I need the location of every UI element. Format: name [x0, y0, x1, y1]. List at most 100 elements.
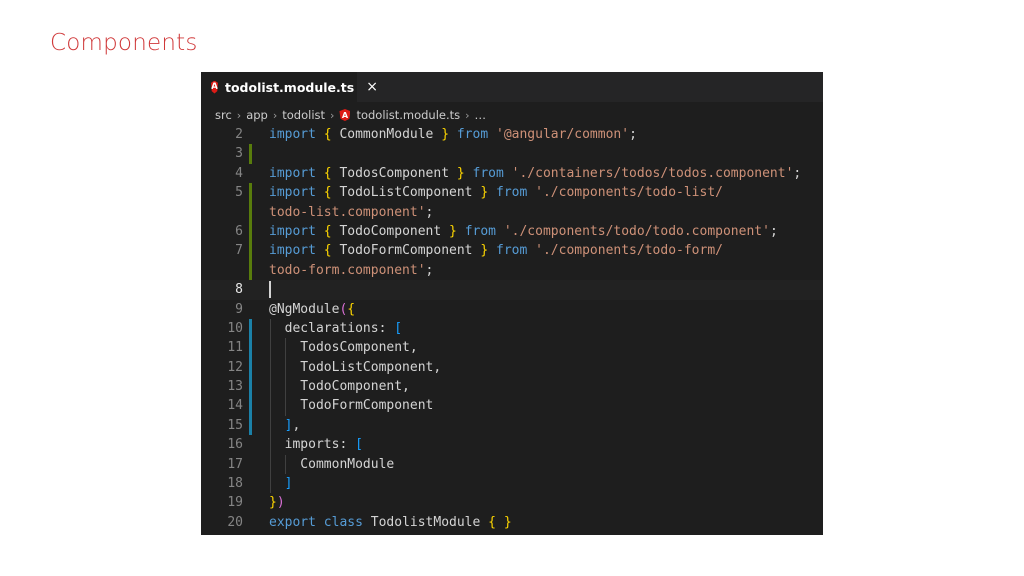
line-number: 4	[235, 165, 243, 181]
line-number: 7	[235, 243, 243, 259]
token-kw: export	[269, 514, 324, 530]
token-br1: {	[323, 127, 340, 142]
line-number: 2	[235, 127, 243, 142]
breadcrumb-item-file[interactable]: todolist.module.ts	[356, 108, 460, 122]
token-br1: {	[347, 301, 356, 317]
token-pl: ;	[629, 127, 637, 142]
token-br1: }	[269, 495, 277, 511]
token-str: './components/todo-list/	[535, 185, 723, 201]
token-pl: CommonModule	[269, 456, 395, 472]
code-text: imports: [	[269, 435, 363, 454]
code-line[interactable]: 2 import { CommonModule } from '@angular/…	[201, 125, 823, 144]
slide-title: Components	[50, 30, 198, 56]
code-line[interactable]: 8	[201, 280, 823, 300]
line-number: 18	[227, 476, 243, 492]
chevron-right-icon: ›	[465, 108, 470, 122]
line-number: 3	[235, 146, 243, 162]
modified-line-marker	[249, 396, 252, 416]
code-line[interactable]: 19})	[201, 493, 823, 512]
token-pl: TodoFormComponent	[269, 398, 434, 414]
token-str: './components/todo-form/	[535, 243, 723, 259]
code-line[interactable]: 12 TodoListComponent,	[201, 357, 823, 378]
token-str: todo-form.component'	[269, 262, 426, 278]
code-line[interactable]: 13 TodoComponent,	[201, 377, 823, 397]
token-kw: class	[323, 514, 371, 530]
code-line[interactable]: 6 import { TodoComponent } from './compon…	[201, 221, 823, 242]
token-kw: import	[269, 243, 324, 259]
token-pl: @NgModule	[269, 301, 340, 317]
token-pl: TodoComponent,	[269, 379, 410, 395]
modified-line-marker	[249, 318, 252, 339]
code-line[interactable]: 17 CommonModule	[201, 454, 823, 475]
breadcrumb-item-symbol[interactable]: …	[475, 108, 487, 122]
code-text: todo-list.component';	[269, 203, 433, 222]
code-line[interactable]: todo-list.component';	[201, 202, 823, 222]
token-br1: }	[449, 223, 465, 239]
code-line[interactable]: todo-form.component';	[201, 260, 823, 281]
code-text: })	[269, 493, 285, 512]
code-area[interactable]: 2 import { CommonModule } from '@angular/…	[201, 125, 823, 532]
code-line[interactable]: 16 imports: [	[201, 435, 823, 455]
code-line[interactable]: 7 import { TodoFormComponent } from './co…	[201, 241, 823, 261]
line-number: 20	[227, 514, 243, 530]
code-line[interactable]: 15 ],	[201, 415, 823, 436]
code-line[interactable]: 9 @NgModule({	[201, 300, 823, 319]
code-line[interactable]: 10 declarations: [	[201, 318, 823, 339]
code-line[interactable]: 11 TodosComponent,	[201, 338, 823, 358]
token-br2: )	[276, 495, 285, 511]
code-text: TodoComponent,	[269, 377, 410, 396]
token-kw: import	[269, 165, 324, 181]
code-text: import { TodoListComponent } from './com…	[269, 183, 723, 202]
token-br1: { }	[488, 514, 512, 530]
token-id: TodosComponent	[339, 165, 457, 181]
token-br1: {	[323, 223, 340, 239]
code-line[interactable]: 4 import { TodosComponent } from './conta…	[201, 164, 823, 183]
line-number: 6	[235, 223, 243, 239]
breadcrumb-item-todolist[interactable]: todolist	[282, 108, 325, 122]
close-icon[interactable]: ×	[366, 79, 378, 95]
code-line[interactable]: 5 import { TodoListComponent } from './co…	[201, 183, 823, 203]
code-line[interactable]: 18 ]	[201, 474, 823, 494]
token-br1: {	[323, 185, 340, 201]
token-kw: from	[464, 223, 504, 239]
token-br1: }	[480, 243, 496, 259]
code-text: TodosComponent,	[269, 338, 417, 357]
token-br1: {	[323, 243, 340, 259]
code-text: import { CommonModule } from '@angular/c…	[269, 125, 637, 144]
token-str: './components/todo/todo.component'	[503, 223, 770, 239]
token-pl: declarations:	[269, 320, 395, 336]
line-number: 12	[227, 359, 243, 375]
modified-line-marker	[249, 338, 252, 358]
token-br3: ]	[284, 476, 293, 492]
code-text: import { TodoComponent } from './compone…	[269, 222, 778, 241]
token-pl: ;	[425, 204, 434, 220]
code-text: import { TodoFormComponent } from './com…	[269, 241, 723, 260]
code-line[interactable]: 3	[201, 144, 823, 164]
token-str: './containers/todos/todos.component'	[511, 165, 794, 181]
code-text	[269, 280, 271, 299]
token-str: '@angular/common'	[496, 127, 630, 142]
token-kw: from	[496, 243, 536, 259]
editor-tab-todolist-module[interactable]: A todolist.module.ts ×	[201, 72, 378, 102]
token-id: CommonModule	[339, 127, 442, 142]
line-number: 19	[227, 495, 243, 511]
chevron-right-icon: ›	[330, 108, 335, 122]
token-pl: ;	[769, 223, 778, 239]
code-line[interactable]: 14 TodoFormComponent	[201, 396, 823, 416]
modified-line-marker	[249, 377, 252, 397]
modified-line-marker	[249, 357, 252, 378]
token-kw: from	[472, 165, 512, 181]
token-id: TodoFormComponent	[339, 243, 481, 259]
breadcrumb-item-src[interactable]: src	[215, 108, 232, 122]
token-id: TodoComponent	[339, 223, 450, 239]
line-number: 16	[227, 437, 243, 453]
breadcrumb-item-app[interactable]: app	[246, 108, 268, 122]
editor-tab-bar: A todolist.module.ts ×	[201, 72, 823, 102]
code-text: todo-form.component';	[269, 261, 433, 280]
code-line[interactable]: 20 export class TodolistModule { }	[201, 513, 823, 532]
code-text: import { TodosComponent } from './contai…	[269, 164, 801, 183]
line-number: 5	[235, 185, 243, 201]
line-number: 17	[227, 456, 243, 472]
token-pl: TodoListComponent,	[269, 359, 442, 375]
